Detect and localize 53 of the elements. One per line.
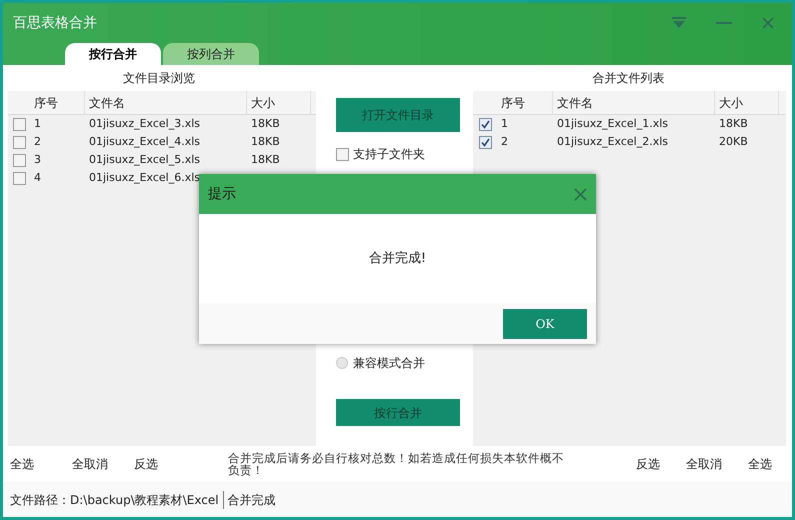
column-header[interactable]: 文件名 xyxy=(553,94,593,112)
table-cell-text: 01jisuxz_Excel_3.xls xyxy=(88,116,200,130)
ok-button[interactable]: OK xyxy=(503,308,587,338)
close-icon[interactable] xyxy=(574,188,587,200)
list-action-link[interactable]: 反选 xyxy=(134,455,196,473)
list-action-link[interactable]: 全取消 xyxy=(72,455,134,473)
checkbox[interactable] xyxy=(478,118,492,130)
status-path: 文件路径：D:\backup\教程素材\Excel xyxy=(10,490,224,508)
column-header[interactable]: 大小 xyxy=(247,94,275,112)
panel-title: 合并文件列表 xyxy=(592,70,664,87)
table-cell-text: 3 xyxy=(33,152,41,166)
radio-label: 兼容模式合并 xyxy=(353,355,425,372)
table-cell-text: 01jisuxz_Excel_1.xls xyxy=(556,116,668,130)
column-header[interactable]: 序号 xyxy=(497,94,525,112)
list-action-link[interactable]: 全选 xyxy=(10,455,72,473)
radio-button[interactable] xyxy=(336,357,348,369)
dialog-message: 合并完成! xyxy=(368,250,426,268)
table-cell-text: 18KB xyxy=(250,116,280,130)
panel-title: 文件目录浏览 xyxy=(123,70,195,87)
table-cell-text: 01jisuxz_Excel_4.xls xyxy=(88,134,200,148)
table-cell-text: 2 xyxy=(500,134,508,148)
checkbox[interactable] xyxy=(12,136,26,148)
table-cell-text: 1 xyxy=(33,116,41,130)
caret-icon[interactable] xyxy=(672,17,686,29)
checkbox[interactable] xyxy=(12,118,26,130)
tab[interactable]: 按列合并 xyxy=(163,43,259,65)
dialog-title: 提示 xyxy=(208,184,236,204)
table-cell-text: 18KB xyxy=(718,116,748,130)
column-header[interactable]: 文件名 xyxy=(85,94,125,112)
checkbox[interactable] xyxy=(336,148,349,160)
checkbox[interactable] xyxy=(12,154,26,166)
table-cell-text: 18KB xyxy=(250,152,280,166)
table-cell-text: 01jisuxz_Excel_5.xls xyxy=(88,152,200,166)
column-header[interactable]: 序号 xyxy=(30,94,58,112)
close-icon[interactable] xyxy=(762,17,774,29)
checkbox[interactable] xyxy=(478,136,492,148)
tab[interactable]: 按行合并 xyxy=(65,43,161,65)
table-cell-text: 01jisuxz_Excel_2.xls xyxy=(556,134,668,148)
list-action-link[interactable]: 全选 xyxy=(748,455,772,473)
list-action-link[interactable]: 反选 xyxy=(636,455,660,473)
list-action-link[interactable]: 全取消 xyxy=(686,455,722,473)
status-message: 合并完成 xyxy=(226,492,276,508)
table-cell-text: 20KB xyxy=(718,134,748,148)
window-title: 百思表格合并 xyxy=(13,14,97,32)
table-cell-text: 2 xyxy=(33,134,41,148)
column-header[interactable]: 大小 xyxy=(715,94,743,112)
notice-text: 合并完成后请务必自行核对总数！如若造成任何损失本软件概不负责！ xyxy=(228,452,565,476)
table-cell-text: 18KB xyxy=(250,134,280,148)
table-cell-text: 4 xyxy=(33,170,41,184)
table-cell-text: 1 xyxy=(500,116,508,130)
checkbox[interactable] xyxy=(12,172,26,184)
checkbox-label: 支持子文件夹 xyxy=(353,146,425,163)
table-cell-text: 01jisuxz_Excel_6.xls xyxy=(88,170,200,184)
